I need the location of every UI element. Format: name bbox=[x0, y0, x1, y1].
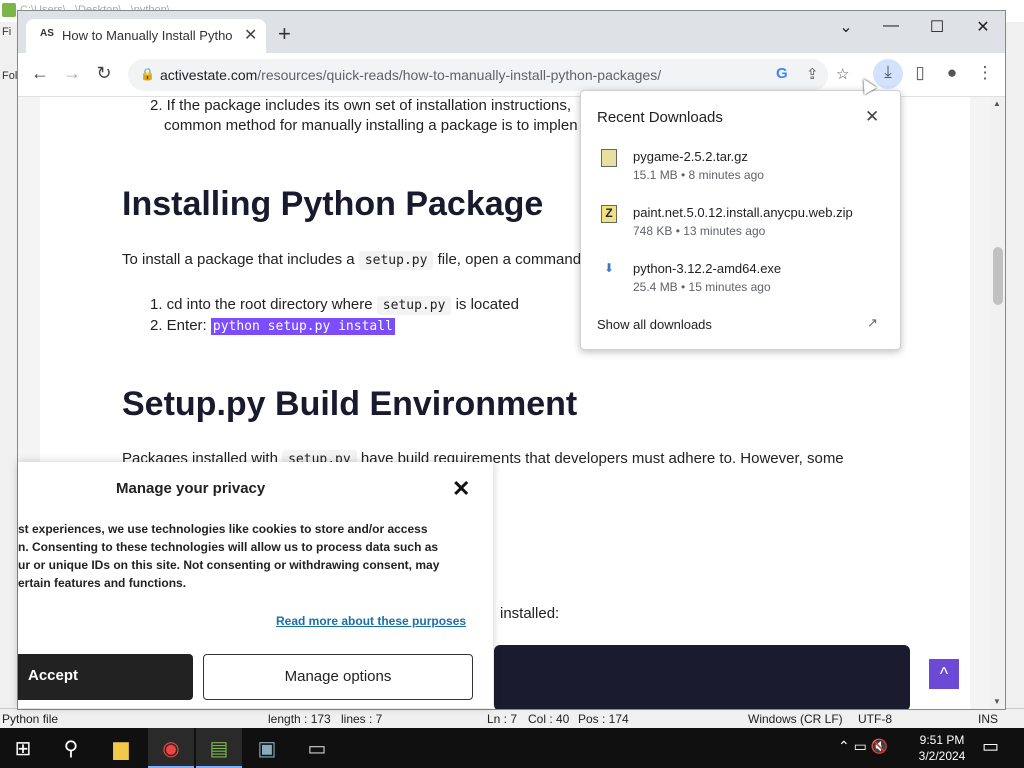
accept-button[interactable]: Accept bbox=[18, 654, 193, 700]
tab-title: How to Manually Install Python P bbox=[62, 28, 232, 43]
list-item-2: 2. Enter: python setup.py install bbox=[150, 317, 395, 335]
reload-button[interactable]: ↻ bbox=[92, 63, 116, 84]
status-lines: lines : 7 bbox=[341, 712, 383, 726]
page-scrollbar[interactable]: ▲ ▼ bbox=[990, 97, 1005, 709]
selected-code[interactable]: python setup.py install bbox=[210, 318, 395, 335]
scroll-thumb[interactable] bbox=[993, 247, 1003, 305]
inline-code: setup.py bbox=[376, 296, 452, 315]
status-mode: INS bbox=[978, 712, 999, 726]
download-item[interactable]: pygame-2.5.2.tar.gz 15.1 MB • 8 minutes … bbox=[581, 147, 900, 197]
scroll-to-top-button[interactable]: ^ bbox=[929, 659, 959, 689]
download-icon[interactable]: ⤓ bbox=[873, 59, 903, 89]
zip-icon: Z bbox=[601, 205, 617, 223]
star-icon[interactable]: ☆ bbox=[836, 65, 849, 83]
inline-code: setup.py bbox=[358, 251, 434, 270]
background-window-scrollbar bbox=[1005, 90, 1024, 710]
terminal-icon[interactable]: ▭ bbox=[294, 728, 340, 768]
list-item-1: 1. cd into the root directory where setu… bbox=[150, 296, 519, 315]
status-encoding: UTF-8 bbox=[858, 712, 892, 726]
notepadpp-taskbar-icon[interactable]: ▤ bbox=[196, 728, 242, 768]
downloads-title: Recent Downloads bbox=[597, 109, 723, 126]
status-length: length : 173 bbox=[268, 712, 331, 726]
show-all-downloads-link[interactable]: Show all downloads bbox=[597, 317, 712, 332]
download-item[interactable]: Z paint.net.5.0.12.install.anycpu.web.zi… bbox=[581, 203, 900, 253]
search-icon[interactable]: ⚲ bbox=[48, 728, 94, 768]
start-icon[interactable]: ⊞ bbox=[0, 728, 46, 768]
activestate-favicon-icon: AS bbox=[40, 28, 54, 39]
close-icon[interactable]: ✕ bbox=[865, 107, 879, 127]
maximize-button[interactable]: ☐ bbox=[922, 17, 952, 37]
google-icon[interactable]: G bbox=[776, 65, 788, 82]
privacy-title: Manage your privacy bbox=[116, 480, 266, 497]
address-bar[interactable]: 🔒 activestate.com/resources/quick-reads/… bbox=[128, 59, 849, 91]
list-item-2-line2: common method for manually installing a … bbox=[164, 117, 578, 134]
new-tab-button[interactable]: + bbox=[278, 21, 291, 47]
clock[interactable]: 9:51 PM 3/2/2024 bbox=[912, 732, 972, 764]
background-window-left-edge: Fi Fol bbox=[0, 22, 18, 710]
privacy-text-line: ertain features and functions. bbox=[18, 576, 187, 590]
menu-fragment: Fi bbox=[2, 26, 12, 38]
heading-installing-packages: Installing Python Package bbox=[122, 185, 544, 223]
read-more-link[interactable]: Read more about these purposes bbox=[276, 614, 466, 628]
status-col: Col : 40 bbox=[528, 712, 570, 726]
close-window-button[interactable]: ✕ bbox=[968, 17, 998, 37]
menu-icon[interactable]: ⋮ bbox=[973, 63, 997, 83]
installer-icon: ⬇ bbox=[603, 261, 615, 275]
manage-options-button[interactable]: Manage options bbox=[203, 654, 473, 700]
minimize-button[interactable]: — bbox=[876, 17, 906, 35]
status-ln: Ln : 7 bbox=[487, 712, 518, 726]
scroll-up-icon[interactable]: ▲ bbox=[993, 99, 1001, 108]
download-item[interactable]: ⬇ python-3.12.2-amd64.exe 25.4 MB • 15 m… bbox=[581, 259, 900, 309]
external-link-icon[interactable]: ↗ bbox=[867, 315, 878, 331]
scroll-down-icon[interactable]: ▼ bbox=[993, 697, 1001, 706]
tab-active[interactable]: AS How to Manually Install Python P ✕ bbox=[26, 19, 266, 53]
tab-close-icon[interactable]: ✕ bbox=[244, 25, 257, 45]
system-tray-icons[interactable]: ⌃ ▭ 🔇 bbox=[838, 738, 888, 755]
notepadpp-icon bbox=[2, 3, 16, 17]
profile-icon[interactable]: ● bbox=[940, 63, 964, 83]
installer-taskbar-icon[interactable]: ▣ bbox=[244, 728, 290, 768]
privacy-banner: Manage your privacy ✕ st experiences, we… bbox=[18, 462, 493, 708]
forward-button[interactable]: → bbox=[60, 63, 84, 84]
status-eol: Windows (CR LF) bbox=[748, 712, 843, 726]
list-item-2-line1: 2. If the package includes its own set o… bbox=[150, 97, 572, 114]
installed-text: installed: bbox=[500, 605, 560, 622]
status-pos: Pos : 174 bbox=[578, 712, 629, 726]
lock-icon[interactable]: 🔒 bbox=[140, 67, 155, 81]
archive-icon bbox=[601, 149, 617, 167]
privacy-text-line: ur or unique IDs on this site. Not conse… bbox=[18, 558, 440, 572]
privacy-text-line: n. Consenting to these technologies will… bbox=[18, 540, 439, 554]
back-button[interactable]: ← bbox=[28, 63, 52, 84]
share-icon[interactable]: ⇪ bbox=[806, 65, 819, 83]
folder-fragment: Fol bbox=[2, 70, 18, 82]
notification-icon[interactable]: ▭ bbox=[982, 736, 999, 757]
heading-build-environment: Setup.py Build Environment bbox=[122, 385, 578, 423]
sidepanel-icon[interactable]: ▯ bbox=[908, 63, 932, 83]
url-text[interactable]: activestate.com/resources/quick-reads/ho… bbox=[160, 67, 661, 83]
taskbar: ⊞ ⚲ ▆ ◉ ▤ ▣ ▭ ⌃ ▭ 🔇 9:51 PM 3/2/2024 ▭ bbox=[0, 728, 1024, 768]
downloads-bubble: Recent Downloads ✕ pygame-2.5.2.tar.gz 1… bbox=[580, 90, 901, 350]
chrome-icon[interactable]: ◉ bbox=[148, 728, 194, 768]
intro-paragraph: To install a package that includes a set… bbox=[122, 251, 582, 270]
tab-search-icon[interactable]: ⌄ bbox=[831, 17, 861, 37]
privacy-text-line: st experiences, we use technologies like… bbox=[18, 522, 428, 536]
file-explorer-icon[interactable]: ▆ bbox=[98, 728, 144, 768]
close-icon[interactable]: ✕ bbox=[452, 476, 470, 502]
code-block bbox=[494, 645, 910, 709]
tab-strip: AS How to Manually Install Python P ✕ + … bbox=[18, 11, 1005, 53]
editor-status-bar: Python file length : 173 lines : 7 Ln : … bbox=[0, 708, 1024, 728]
status-filetype: Python file bbox=[2, 712, 59, 726]
